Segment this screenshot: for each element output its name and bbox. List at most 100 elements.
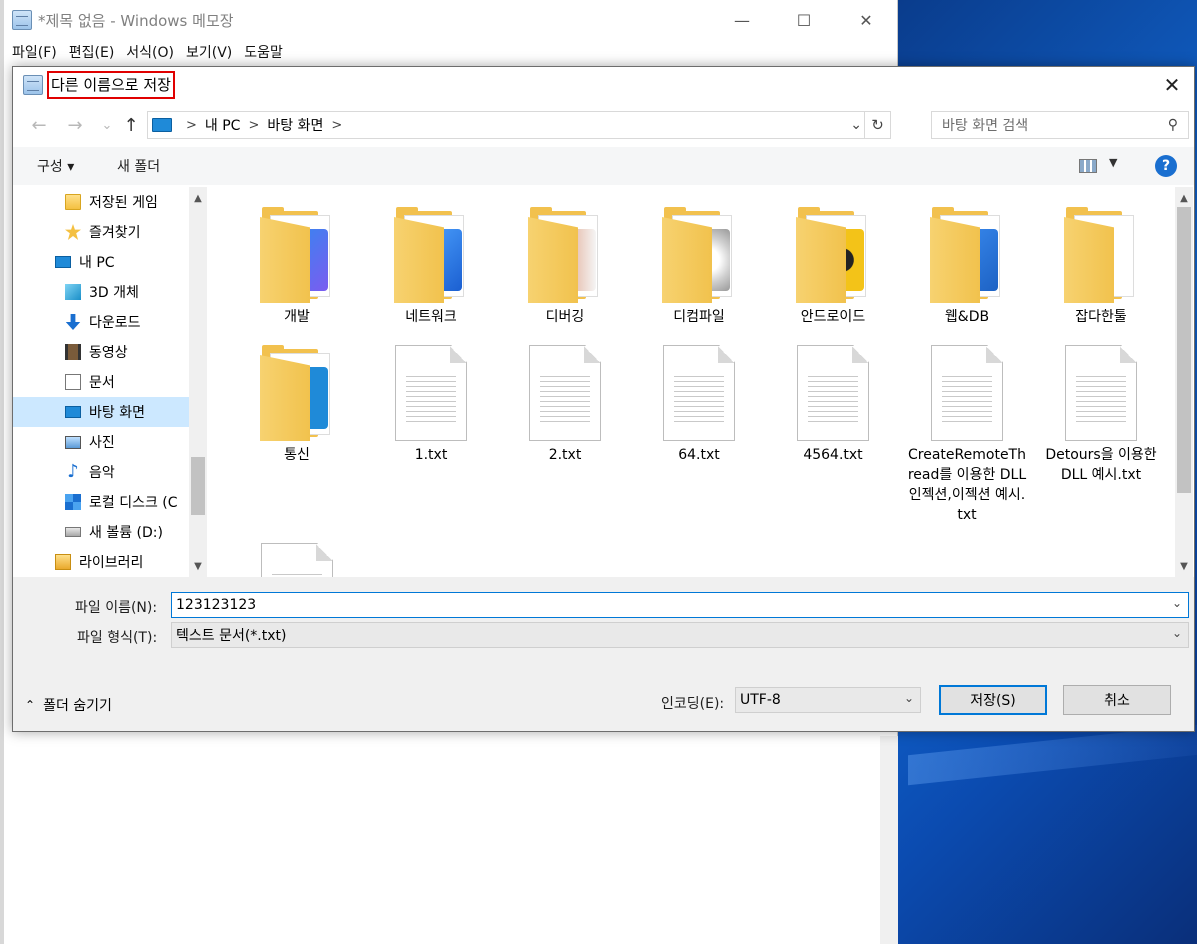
hide-folders-label: 폴더 숨기기 bbox=[43, 698, 112, 714]
breadcrumb-separator[interactable]: > bbox=[331, 118, 342, 133]
menu-view[interactable]: 보기(V) bbox=[182, 42, 240, 62]
filename-label: 파일 이름(N): bbox=[75, 600, 158, 616]
text-file-icon bbox=[1065, 345, 1137, 441]
file-name: Detours을 이용한 DLL 예시.txt bbox=[1045, 447, 1157, 483]
file-name: 4564.txt bbox=[803, 447, 863, 463]
chevron-down-icon[interactable]: ⌄ bbox=[850, 112, 862, 138]
tree-item-documents[interactable]: 문서 bbox=[65, 367, 115, 397]
pictures-icon bbox=[65, 435, 81, 449]
pc-icon bbox=[152, 118, 172, 132]
back-arrow-icon[interactable]: ← bbox=[27, 113, 51, 137]
file-list-scrollbar[interactable]: ▲ ▼ bbox=[1175, 187, 1193, 577]
folder-icon bbox=[528, 207, 602, 303]
new-folder-button[interactable]: 새 폴더 bbox=[117, 147, 160, 185]
tree-item-music[interactable]: ♪ 음악 bbox=[65, 457, 115, 487]
file-name: 64.txt bbox=[678, 447, 720, 463]
filetype-value: 텍스트 문서(*.txt) bbox=[176, 628, 287, 644]
notepad-scrollbar[interactable] bbox=[880, 736, 898, 944]
txt-file-item[interactable]: 64.txt bbox=[639, 345, 759, 465]
file-name: 통신 bbox=[284, 447, 310, 463]
file-name: 디컴파일 bbox=[673, 309, 725, 325]
txt-file-item[interactable] bbox=[237, 543, 357, 577]
encoding-value: UTF-8 bbox=[740, 692, 781, 708]
file-list: 개발 네트워크 디버깅 디컴파일 안드로이드 웹&DB 잡다한툴 통신 1.tx… bbox=[207, 187, 1175, 577]
menu-edit[interactable]: 편집(E) bbox=[65, 42, 123, 62]
filetype-select[interactable]: 텍스트 문서(*.txt) ⌄ bbox=[171, 622, 1189, 648]
command-bar: 구성 ▾ 새 폴더 ▼ ? bbox=[13, 147, 1194, 185]
txt-file-item[interactable]: 4564.txt bbox=[773, 345, 893, 465]
maximize-button[interactable]: ☐ bbox=[773, 0, 835, 40]
tree-item-label: 문서 bbox=[89, 375, 115, 391]
chevron-up-icon: ⌃ bbox=[25, 698, 36, 712]
txt-file-item[interactable]: Detours을 이용한 DLL 예시.txt bbox=[1041, 345, 1161, 485]
notepad-window-controls: — ☐ ✕ bbox=[711, 0, 897, 40]
hide-folders-button[interactable]: ⌃ 폴더 숨기기 bbox=[25, 695, 112, 715]
tree-item-libraries[interactable]: 라이브러리 bbox=[55, 547, 143, 577]
navigation-pane-scrollbar[interactable]: ▲ ▼ bbox=[189, 187, 207, 577]
filename-input[interactable]: 123123123 ⌄ bbox=[171, 592, 1189, 618]
menu-help[interactable]: 도움말 bbox=[240, 42, 291, 62]
breadcrumb-my-pc[interactable]: 내 PC bbox=[205, 115, 241, 135]
tree-item-my-pc[interactable]: 내 PC bbox=[55, 247, 115, 277]
tree-item-new-volume[interactable]: 새 볼륨 (D:) bbox=[65, 517, 163, 547]
scroll-down-icon[interactable]: ▼ bbox=[189, 557, 207, 575]
chevron-down-icon[interactable]: ⌄ bbox=[1172, 626, 1182, 640]
search-icon[interactable]: ⚲ bbox=[1168, 117, 1178, 133]
folder-item[interactable]: 디버깅 bbox=[505, 207, 625, 327]
refresh-icon[interactable]: ↻ bbox=[864, 112, 890, 138]
folder-icon bbox=[260, 345, 334, 441]
breadcrumb-desktop[interactable]: 바탕 화면 bbox=[267, 115, 323, 135]
chevron-down-icon[interactable]: ⌄ bbox=[1172, 596, 1182, 610]
encoding-select[interactable]: UTF-8 ⌄ bbox=[735, 687, 921, 713]
search-input[interactable]: 바탕 화면 검색 ⚲ bbox=[931, 111, 1189, 139]
txt-file-item[interactable]: 1.txt bbox=[371, 345, 491, 465]
scroll-up-icon[interactable]: ▲ bbox=[1175, 189, 1193, 207]
tree-item-downloads[interactable]: 다운로드 bbox=[65, 307, 141, 337]
star-icon bbox=[65, 224, 81, 240]
folder-item[interactable]: 통신 bbox=[237, 345, 357, 465]
txt-file-item[interactable]: CreateRemoteThread를 이용한 DLL 인젝션,이젝션 예시.t… bbox=[907, 345, 1027, 525]
tree-item-desktop[interactable]: 바탕 화면 bbox=[13, 397, 189, 427]
organize-button[interactable]: 구성 ▾ bbox=[37, 147, 74, 185]
folder-icon bbox=[930, 207, 1004, 303]
dialog-titlebar: 다른 이름으로 저장 ✕ bbox=[13, 67, 1194, 105]
breadcrumb-separator[interactable]: > bbox=[186, 118, 197, 133]
menu-format[interactable]: 서식(O) bbox=[122, 42, 182, 62]
chevron-down-icon[interactable]: ⌄ bbox=[904, 691, 914, 705]
cancel-button[interactable]: 취소 bbox=[1063, 685, 1171, 715]
close-button[interactable]: ✕ bbox=[835, 0, 897, 40]
folder-item[interactable]: 네트워크 bbox=[371, 207, 491, 327]
menu-file[interactable]: 파일(F) bbox=[8, 42, 65, 62]
recent-locations-chevron-icon[interactable]: ⌄ bbox=[95, 113, 119, 137]
scrollbar-thumb[interactable] bbox=[191, 457, 205, 515]
help-icon[interactable]: ? bbox=[1155, 155, 1177, 177]
text-file-icon bbox=[261, 543, 333, 577]
scrollbar-thumb[interactable] bbox=[1177, 207, 1191, 493]
folder-item[interactable]: 안드로이드 bbox=[773, 207, 893, 327]
minimize-button[interactable]: — bbox=[711, 0, 773, 40]
tree-item-pictures[interactable]: 사진 bbox=[65, 427, 115, 457]
tree-item-saved-games[interactable]: 저장된 게임 bbox=[65, 187, 158, 217]
folder-item[interactable]: 웹&DB bbox=[907, 207, 1027, 327]
txt-file-item[interactable]: 2.txt bbox=[505, 345, 625, 465]
scroll-up-icon[interactable]: ▲ bbox=[189, 189, 207, 207]
save-button[interactable]: 저장(S) bbox=[939, 685, 1047, 715]
tree-item-label: 즐겨찾기 bbox=[89, 225, 141, 241]
tree-item-videos[interactable]: 동영상 bbox=[65, 337, 128, 367]
tree-item-favorites[interactable]: 즐겨찾기 bbox=[65, 217, 141, 247]
breadcrumb-separator[interactable]: > bbox=[248, 118, 259, 133]
dialog-close-button[interactable]: ✕ bbox=[1150, 67, 1194, 103]
saved-games-icon bbox=[65, 194, 81, 210]
folder-item[interactable]: 개발 bbox=[237, 207, 357, 327]
scroll-down-icon[interactable]: ▼ bbox=[1175, 557, 1193, 575]
view-dropdown-icon[interactable]: ▼ bbox=[1109, 156, 1117, 169]
navigation-bar: ← → ⌄ ↑ > 내 PC > 바탕 화면 > ⌄ ↻ 바탕 화면 검색 ⚲ bbox=[13, 105, 1194, 145]
up-arrow-icon[interactable]: ↑ bbox=[119, 113, 143, 137]
forward-arrow-icon[interactable]: → bbox=[63, 113, 87, 137]
view-options-icon[interactable] bbox=[1079, 159, 1097, 173]
address-bar[interactable]: > 내 PC > 바탕 화면 > ⌄ ↻ bbox=[147, 111, 891, 139]
tree-item-3d-objects[interactable]: 3D 개체 bbox=[65, 277, 139, 307]
tree-item-local-disk[interactable]: 로컬 디스크 (C bbox=[65, 487, 178, 517]
folder-item[interactable]: 잡다한툴 bbox=[1041, 207, 1161, 327]
folder-item[interactable]: 디컴파일 bbox=[639, 207, 759, 327]
